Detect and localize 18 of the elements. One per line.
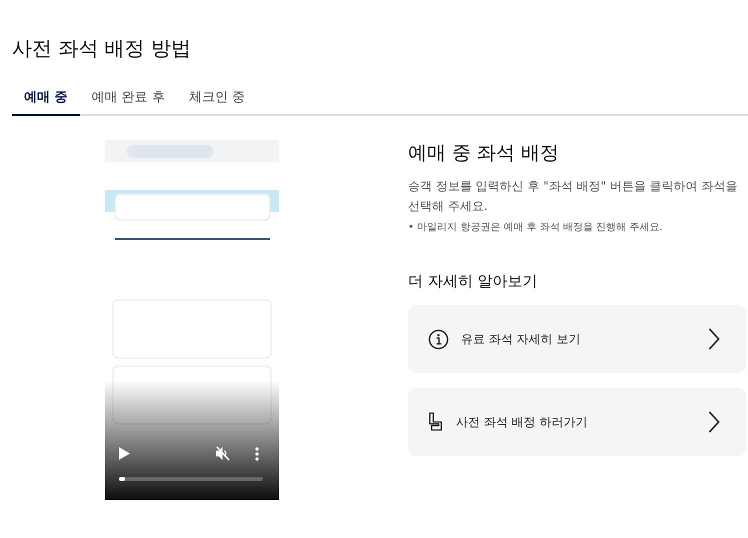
progress-bar[interactable] (119, 477, 263, 481)
chevron-icon (708, 328, 720, 350)
link-card[interactable]: 유료 좌석 자세히 보기 (408, 305, 746, 373)
more-heading: 더 자세히 알아보기 (408, 272, 539, 291)
page-title: 사전 좌석 배정 방법 (12, 35, 192, 62)
tab[interactable]: 체크인 중 (176, 82, 257, 116)
note: • 마일리지 항공권은 예매 후 좌석 배정을 진행해 주세요. (408, 221, 664, 234)
seat-icon (428, 412, 444, 432)
section-heading: 예매 중 좌석 배정 (408, 141, 560, 166)
mute-icon[interactable] (215, 446, 230, 461)
play-icon[interactable] (119, 447, 130, 460)
more-icon[interactable] (255, 446, 259, 460)
info-icon (428, 328, 449, 350)
tab[interactable]: 예매 완료 후 (80, 82, 177, 116)
link-card[interactable]: 사전 좌석 배정 하러가기 (408, 388, 746, 456)
tab[interactable]: 예매 중 (12, 82, 80, 116)
chevron-icon (708, 411, 720, 433)
description: 승객 정보를 입력하신 후 "좌석 배정" 버튼을 클릭하여 좌석을 선택해 주세요. (408, 178, 739, 215)
